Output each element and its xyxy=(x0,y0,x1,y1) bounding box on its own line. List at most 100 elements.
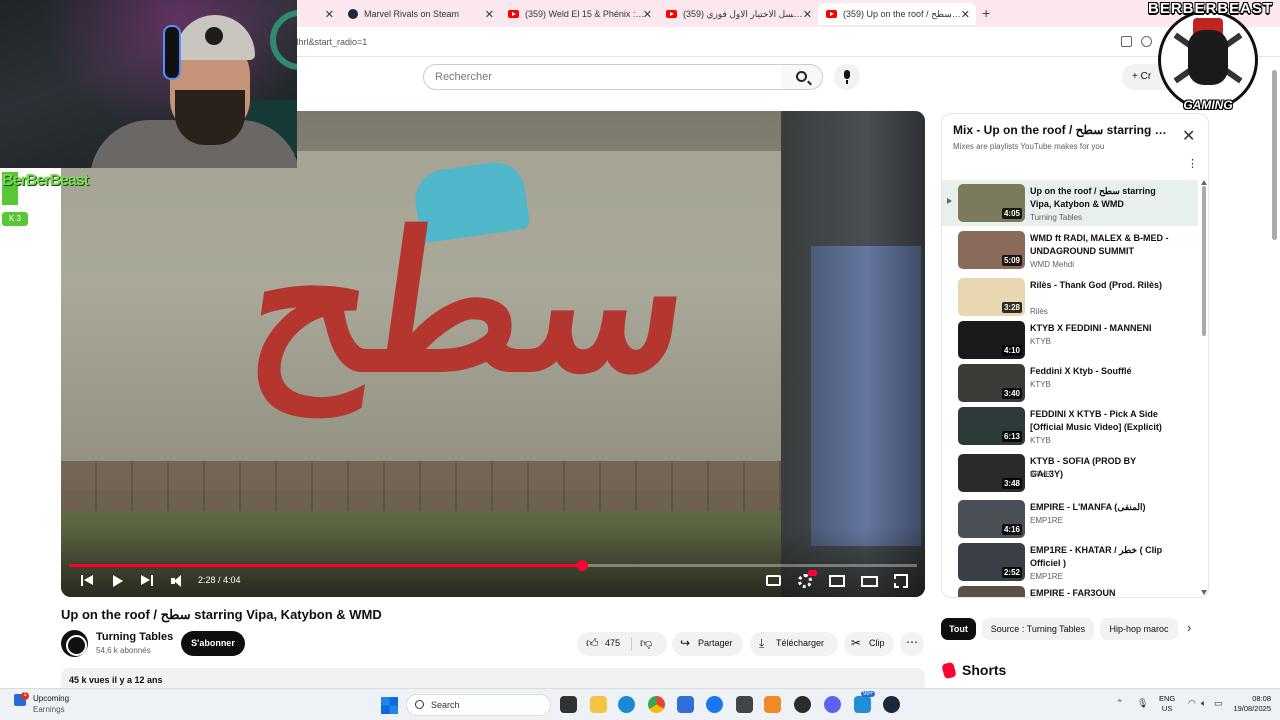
close-tab-icon[interactable]: ✕ xyxy=(803,8,812,21)
browser-tab[interactable]: ✕ xyxy=(298,3,340,25)
close-tab-icon[interactable]: ✕ xyxy=(325,8,334,21)
previous-icon[interactable] xyxy=(81,573,95,589)
scroll-up-icon[interactable] xyxy=(1201,180,1207,185)
language-indicator[interactable]: ENG US xyxy=(1159,694,1175,714)
chevron-up-icon[interactable]: ⌃ xyxy=(1116,698,1124,709)
playlist-item[interactable]: 4:05 Up on the roof / سطح starring Vipa, … xyxy=(942,180,1198,226)
close-tab-icon[interactable]: ✕ xyxy=(643,8,652,21)
playlist-item[interactable]: 6:13 FEDDINI X KTYB - Pick A Side [Offici… xyxy=(942,403,1198,449)
video-player[interactable]: سطح 2:28 / 4:04 xyxy=(61,111,925,597)
playlist-item-title[interactable]: Feddini X Ktyb - Soufflé xyxy=(1030,365,1170,378)
more-vert-icon[interactable]: ⋮ xyxy=(1187,157,1198,170)
chip-all[interactable]: Tout xyxy=(941,618,976,640)
edge-icon[interactable] xyxy=(618,696,635,713)
next-icon[interactable] xyxy=(141,573,155,589)
playlist-thumbnail[interactable]: 3:40 xyxy=(958,364,1025,402)
chevron-right-icon[interactable]: › xyxy=(1187,620,1191,635)
clock[interactable]: 08:08 19/08/2025 xyxy=(1226,694,1271,714)
playlist-thumbnail[interactable]: 2:52 xyxy=(958,543,1025,581)
app-icon[interactable] xyxy=(764,696,781,713)
theater-mode-icon[interactable] xyxy=(861,576,878,587)
playlist-item[interactable]: EMPIRE - FAR3OUN xyxy=(942,582,1198,597)
playlist-item-title[interactable]: KTYB X FEDDINI - MANNENI xyxy=(1030,322,1170,335)
widget-subtitle[interactable]: Earnings xyxy=(33,705,65,714)
playlist-item-title[interactable]: EMPIRE - L'MANFA (المنفى) xyxy=(1030,501,1170,514)
microphone-icon[interactable] xyxy=(834,64,860,90)
playlist-item-title[interactable]: Rilès - Thank God (Prod. Rilès) xyxy=(1030,279,1170,292)
progress-bar[interactable] xyxy=(69,560,917,571)
playlist-scrollbar[interactable] xyxy=(1202,186,1206,336)
playlist-thumbnail[interactable]: 3:28 xyxy=(958,278,1025,316)
speaker-icon[interactable]: 🔈︎ xyxy=(1201,698,1206,709)
browser-tab[interactable]: (359) Weld El 15 & Phénix : Dar ✕ xyxy=(500,3,658,25)
wifi-icon[interactable]: ◠ xyxy=(1188,698,1196,709)
playlist-thumbnail[interactable] xyxy=(958,586,1025,597)
task-view-icon[interactable] xyxy=(560,696,577,713)
play-icon[interactable] xyxy=(112,573,124,589)
playlist-item-title[interactable]: KTYB - SOFIA (PROD BY GAL3Y) xyxy=(1030,455,1170,481)
thumbs-down-icon[interactable]: 👎︎ xyxy=(640,636,652,651)
chip-hiphop[interactable]: Hip-hop maroc xyxy=(1100,618,1178,640)
steam-icon[interactable] xyxy=(883,696,900,713)
share-button[interactable]: ↪ Partager xyxy=(672,632,743,656)
discord-icon[interactable] xyxy=(824,696,841,713)
playlist-item[interactable]: 3:40 Feddini X Ktyb - Soufflé KTYB xyxy=(942,360,1198,406)
subscribe-button[interactable]: S'abonner xyxy=(181,631,245,656)
windows-start-icon[interactable] xyxy=(381,697,398,714)
channel-name[interactable]: Turning Tables xyxy=(96,631,173,643)
subtitles-icon[interactable] xyxy=(766,575,781,586)
channel-avatar[interactable] xyxy=(61,630,88,657)
file-explorer-icon[interactable] xyxy=(590,696,607,713)
like-dislike-button[interactable]: 👍︎ 475 👎︎ xyxy=(577,632,667,656)
playlist-thumbnail[interactable]: 4:10 xyxy=(958,321,1025,359)
settings-gear-icon[interactable] xyxy=(798,574,812,588)
playlist-item-title[interactable]: WMD ft RADI, MALEX & B-MED - UNDAGROUND … xyxy=(1030,232,1170,258)
scroll-down-icon[interactable] xyxy=(1201,590,1207,595)
facebook-icon[interactable] xyxy=(706,696,723,713)
store-icon[interactable] xyxy=(677,696,694,713)
clip-button[interactable]: ✂ Clip xyxy=(844,632,894,656)
search-button[interactable] xyxy=(781,64,823,90)
playlist-item-title[interactable]: FEDDINI X KTYB - Pick A Side [Official M… xyxy=(1030,408,1170,434)
epic-games-icon[interactable] xyxy=(736,696,753,713)
close-tab-icon[interactable]: ✕ xyxy=(485,8,494,21)
playlist-item-title[interactable]: EMP1RE - KHATAR / خطر ( Clip Officiel ) xyxy=(1030,544,1170,570)
browser-tab-active[interactable]: (359) Up on the roof / سطح sta ✕ xyxy=(818,3,976,25)
playlist-thumbnail[interactable]: 3:48 xyxy=(958,454,1025,492)
playlist-thumbnail[interactable]: 4:16 xyxy=(958,500,1025,538)
playlist-thumbnail[interactable]: 5:09 xyxy=(958,231,1025,269)
chrome-icon[interactable] xyxy=(648,696,665,713)
playlist-item[interactable]: 3:48 KTYB - SOFIA (PROD BY GAL3Y) KTYB xyxy=(942,450,1198,496)
search-input[interactable]: Rechercher xyxy=(423,64,782,90)
download-button[interactable]: ⤓ Télécharger xyxy=(750,632,838,656)
playlist-item[interactable]: 3:28 Rilès - Thank God (Prod. Rilès) Rilès xyxy=(942,274,1198,320)
playlist-thumbnail[interactable]: 6:13 xyxy=(958,407,1025,445)
new-tab-icon[interactable]: + xyxy=(982,5,990,21)
chip-source[interactable]: Source : Turning Tables xyxy=(982,618,1094,640)
miniplayer-icon[interactable] xyxy=(829,575,845,587)
playlist-item[interactable]: 4:16 EMPIRE - L'MANFA (المنفى) EMP1RE xyxy=(942,496,1198,542)
playlist-item[interactable]: 5:09 WMD ft RADI, MALEX & B-MED - UNDAGRO… xyxy=(942,227,1198,273)
messenger-icon[interactable]: 99+ xyxy=(854,691,876,713)
cast-icon[interactable] xyxy=(1121,36,1132,47)
taskbar-search[interactable]: Search xyxy=(406,694,551,716)
close-tab-icon[interactable]: ✕ xyxy=(961,8,970,21)
playlist-item[interactable]: 4:10 KTYB X FEDDINI - MANNENI KTYB xyxy=(942,317,1198,363)
obs-icon[interactable] xyxy=(794,696,811,713)
playlist-item[interactable]: 2:52 EMP1RE - KHATAR / خطر ( Clip Officie… xyxy=(942,539,1198,585)
microphone-tray-icon[interactable]: 🎙︎ xyxy=(1137,698,1148,709)
url-text[interactable]: tlhrl&start_radio=1 xyxy=(294,37,367,47)
widget-title[interactable]: Upcoming xyxy=(33,694,69,703)
playlist-title[interactable]: Mix - Up on the roof / سطح starring Vipa… xyxy=(953,123,1173,137)
more-actions-icon[interactable]: ⋯ xyxy=(900,632,924,656)
page-scrollbar[interactable] xyxy=(1272,70,1277,240)
scrubber-handle[interactable] xyxy=(577,560,589,571)
playlist-thumbnail[interactable]: 4:05 xyxy=(958,184,1025,222)
close-icon[interactable]: ✕ xyxy=(1182,126,1195,146)
thumbs-up-icon[interactable]: 👍︎ xyxy=(586,636,599,651)
browser-tab[interactable]: Marvel Rivals on Steam ✕ xyxy=(340,3,500,25)
playlist-item-title[interactable]: EMPIRE - FAR3OUN xyxy=(1030,587,1170,597)
volume-icon[interactable] xyxy=(171,573,187,589)
playlist-item-title[interactable]: Up on the roof / سطح starring Vipa, Katy… xyxy=(1030,185,1170,211)
battery-icon[interactable]: ▭ xyxy=(1214,698,1223,709)
